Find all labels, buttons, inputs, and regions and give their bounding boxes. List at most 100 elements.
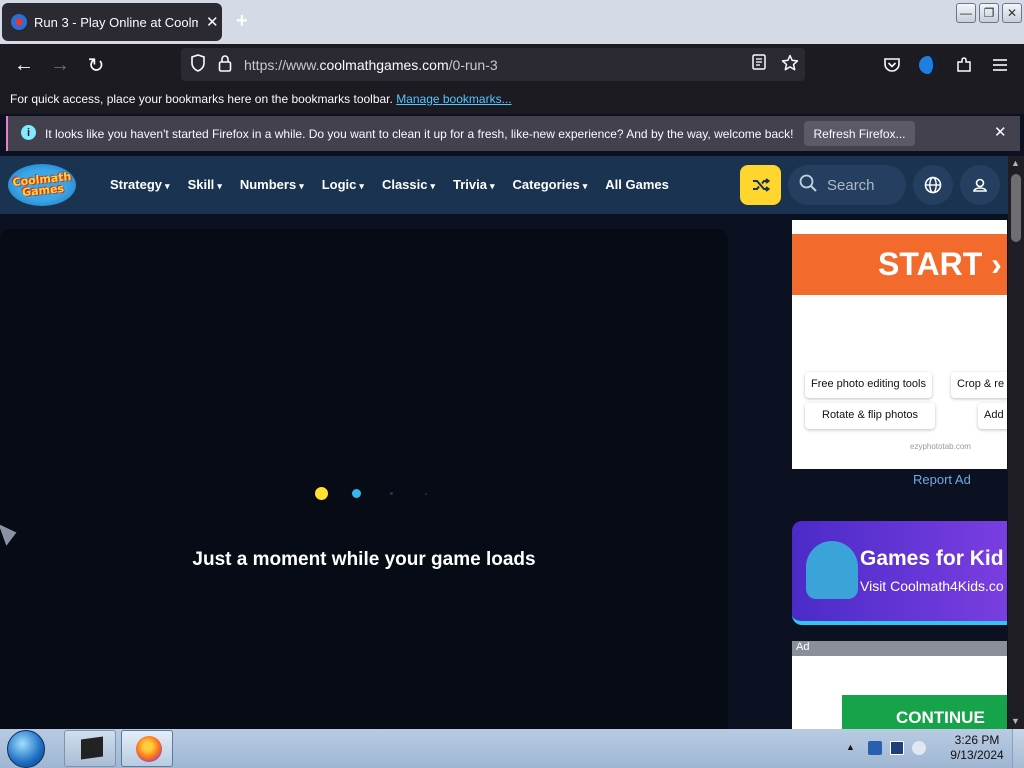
random-game-button[interactable] — [740, 165, 781, 205]
chevron-down-icon: ▾ — [359, 181, 364, 191]
network-icon[interactable] — [890, 741, 904, 755]
search-placeholder: Search — [827, 177, 875, 194]
action-center-icon[interactable] — [868, 741, 882, 755]
chevron-down-icon: ▾ — [489, 181, 495, 191]
report-ad-link[interactable]: Report Ad — [913, 472, 971, 487]
chevron-down-icon: ▾ — [582, 181, 588, 191]
refresh-firefox-button[interactable]: Refresh Firefox... — [804, 121, 915, 146]
ad-pill[interactable]: Crop & re — [951, 372, 1007, 398]
tab-title: Run 3 - Play Online at Coolmath Games — [34, 14, 198, 30]
shuffle-icon — [752, 178, 770, 192]
nav-item-strategy[interactable]: Strategy ▾ — [110, 177, 170, 192]
ad-footer: ezyphototab.com — [910, 442, 971, 451]
minimize-button[interactable]: — — [956, 3, 976, 23]
account-avatar-icon[interactable] — [915, 52, 941, 78]
forward-button[interactable]: → — [47, 52, 73, 78]
nav-item-label: Categories — [512, 177, 580, 192]
loading-dot — [352, 489, 361, 498]
taskbar-app-terminal[interactable] — [64, 730, 116, 767]
clock-date: 9/13/2024 — [950, 748, 1004, 762]
ad-continue-button[interactable]: CONTINUE — [842, 695, 1007, 729]
octopus-mascot-icon — [806, 541, 858, 599]
volume-icon[interactable] — [912, 741, 926, 755]
loading-dot — [315, 487, 328, 500]
game-frame[interactable]: Just a moment while your game loads — [0, 229, 728, 729]
site-nav: Strategy ▾ Skill ▾ Numbers ▾ Logic ▾ Classic ▾ Tri… — [110, 177, 687, 192]
scroll-down-icon[interactable]: ▼ — [1011, 716, 1020, 726]
globe-icon — [924, 176, 942, 194]
nav-item-classic[interactable]: Classic ▾ — [382, 177, 435, 192]
nav-item-label: Numbers — [239, 177, 297, 192]
coolmath4kids-promo[interactable]: Games for Kid Visit Coolmath4Kids.co — [792, 521, 1007, 625]
continue-ad[interactable]: Ad CONTINUE — [792, 641, 1007, 729]
restore-button[interactable]: ❐ — [979, 3, 999, 23]
language-globe-button[interactable] — [913, 165, 953, 205]
ad-pill[interactable]: Rotate & flip photos — [805, 403, 936, 429]
tab-close-icon[interactable]: ✕ — [206, 13, 219, 31]
start-button[interactable] — [7, 730, 45, 768]
shield-icon[interactable] — [190, 54, 206, 77]
reload-button[interactable]: ↻ — [83, 52, 109, 78]
nav-item-all-games[interactable]: All Games — [605, 177, 669, 192]
navigation-toolbar: ← → ↻ https://www.coolmathgames.com/0-ru… — [0, 44, 1024, 85]
notification-text: It looks like you haven't started Firefo… — [45, 127, 794, 141]
page-scrollbar[interactable]: ▲ ▼ — [1008, 156, 1024, 729]
lock-icon[interactable] — [218, 54, 232, 77]
nav-item-categories[interactable]: Categories ▾ — [513, 177, 588, 192]
tab-strip: Run 3 - Play Online at Coolmath Games ✕ … — [0, 0, 1024, 44]
account-button[interactable] — [960, 165, 1000, 205]
windows-taskbar: ▲ 3:26 PM 9/13/2024 — [0, 729, 1024, 768]
clock-time: 3:26 PM — [954, 733, 1000, 747]
nav-item-label: Logic — [321, 177, 357, 192]
refresh-firefox-notification: i It looks like you haven't started Fire… — [6, 116, 1020, 151]
chevron-down-icon: ▾ — [217, 181, 222, 191]
coolmath-logo[interactable]: Coolmath Games — [8, 164, 76, 206]
nav-item-logic[interactable]: Logic ▾ — [322, 177, 364, 192]
new-tab-button[interactable]: + — [236, 10, 248, 33]
menu-hamburger-icon[interactable] — [987, 52, 1013, 78]
notification-close-icon[interactable]: ✕ — [994, 123, 1007, 141]
manage-bookmarks-link[interactable]: Manage bookmarks... — [396, 92, 511, 106]
photo-editor-ad[interactable]: START › Free photo editing tools Crop & … — [792, 220, 1007, 469]
scroll-up-icon[interactable]: ▲ — [1011, 158, 1020, 168]
bookmark-star-icon[interactable] — [781, 54, 799, 77]
url-text: https://www.coolmathgames.com/0-run-3 — [244, 57, 498, 73]
nav-item-label: Strategy — [110, 177, 163, 192]
url-bar[interactable]: https://www.coolmathgames.com/0-run-3 — [181, 48, 805, 81]
back-button[interactable]: ← — [11, 52, 37, 78]
nav-item-label: Classic — [381, 177, 428, 192]
ad-label: Ad — [792, 641, 1007, 656]
site-search[interactable]: Search — [788, 165, 906, 205]
nav-item-trivia[interactable]: Trivia ▾ — [453, 177, 495, 192]
ad-pill[interactable]: Free photo editing tools — [805, 372, 932, 398]
scroll-thumb[interactable] — [1011, 174, 1021, 242]
site-header: Coolmath Games Strategy ▾ Skill ▾ Numbers ▾ Log… — [0, 156, 1008, 214]
nav-item-skill[interactable]: Skill ▾ — [188, 177, 222, 192]
chevron-down-icon: ▾ — [299, 181, 304, 191]
bookmarks-toolbar: For quick access, place your bookmarks h… — [0, 85, 1024, 114]
taskbar-clock[interactable]: 3:26 PM 9/13/2024 — [947, 733, 1007, 763]
nav-item-label: Trivia — [453, 177, 487, 192]
loading-message: Just a moment while your game loads — [192, 549, 536, 570]
coolmath-favicon-icon — [11, 14, 27, 30]
show-hidden-icons[interactable]: ▲ — [846, 742, 860, 756]
close-window-button[interactable]: ✕ — [1002, 3, 1022, 23]
loading-dot — [390, 492, 393, 495]
browser-tab[interactable]: Run 3 - Play Online at Coolmath Games ✕ — [2, 3, 222, 41]
chevron-down-icon: ▾ — [430, 181, 436, 191]
loading-dot — [425, 493, 427, 495]
taskbar-app-firefox[interactable] — [121, 730, 173, 767]
nav-item-label: All Games — [605, 177, 669, 192]
pocket-icon[interactable] — [879, 52, 905, 78]
bookmarks-hint: For quick access, place your bookmarks h… — [10, 92, 397, 106]
promo-title: Games for Kid — [860, 547, 1004, 570]
ad-pill[interactable]: Add — [978, 403, 1007, 429]
ad-start-button[interactable]: START › — [792, 234, 1007, 295]
nav-item-numbers[interactable]: Numbers ▾ — [240, 177, 304, 192]
user-icon — [972, 178, 988, 192]
extensions-icon[interactable] — [951, 52, 977, 78]
logo-text: Coolmath Games — [11, 169, 72, 200]
reader-view-icon[interactable] — [752, 54, 766, 75]
terminal-app-icon — [81, 736, 103, 760]
show-desktop-button[interactable] — [1012, 729, 1024, 768]
